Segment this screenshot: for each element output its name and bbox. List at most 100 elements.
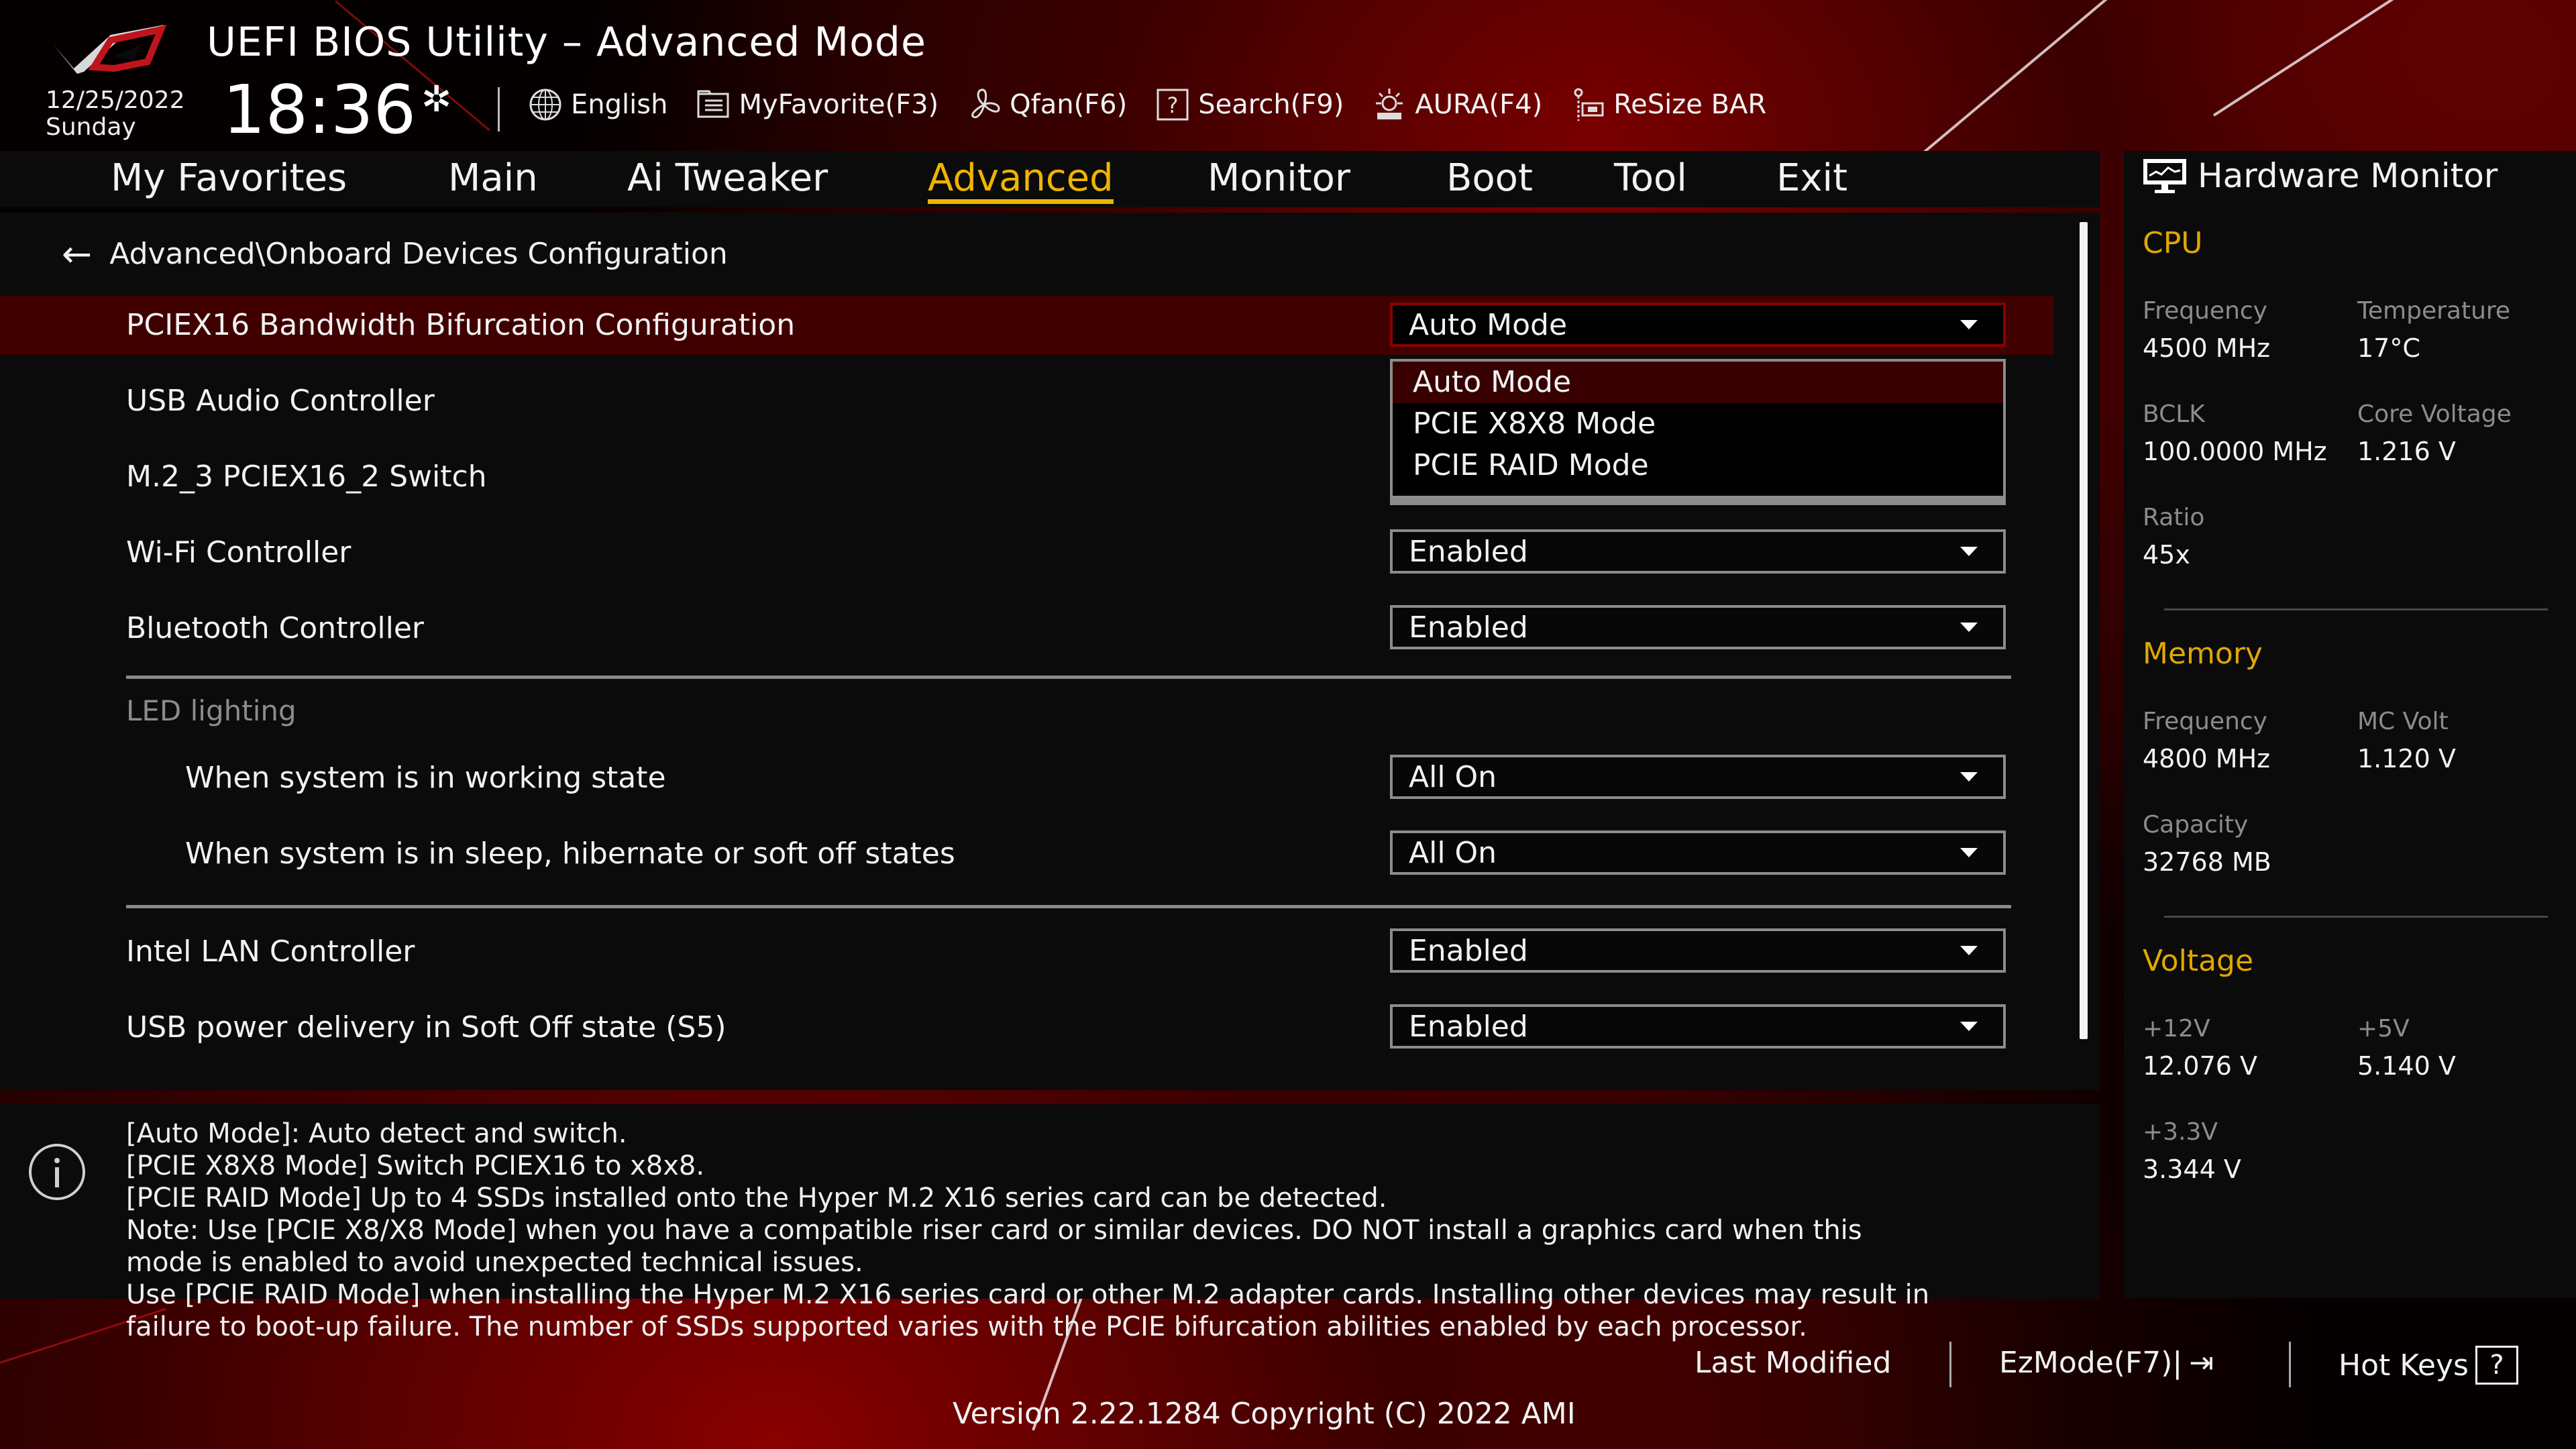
v33-label: +3.3V	[2143, 1118, 2218, 1146]
mc-volt-value: 1.120 V	[2357, 744, 2456, 773]
footer-separator	[1949, 1342, 1951, 1387]
help-line: Use [PCIE RAID Mode] when installing the…	[126, 1279, 1930, 1310]
dropdown-option-pcie-x8x8[interactable]: PCIE X8X8 Mode	[1393, 403, 2003, 445]
monitor-icon	[2143, 159, 2186, 193]
wifi-select[interactable]: Enabled	[1390, 529, 2006, 574]
aura-button[interactable]: AURA(F4)	[1371, 86, 1542, 123]
tab-boot[interactable]: Boot	[1446, 156, 1533, 200]
usb-power-s5-select[interactable]: Enabled	[1390, 1004, 2006, 1049]
hot-keys-button[interactable]: Hot Keys ?	[2339, 1346, 2518, 1385]
search-label: Search(F9)	[1198, 89, 1344, 120]
select-value: Enabled	[1409, 610, 1528, 645]
last-modified-button[interactable]: Last Modified	[1695, 1346, 1891, 1380]
core-voltage-label: Core Voltage	[2357, 400, 2512, 428]
led-working-select[interactable]: All On	[1390, 755, 2006, 799]
ratio-value: 45x	[2143, 540, 2190, 570]
resize-bar-label: ReSize BAR	[1613, 89, 1767, 120]
my-favorite-button[interactable]: MyFavorite(F3)	[694, 86, 938, 123]
hardware-monitor-panel: Hardware Monitor CPU Frequency 4500 MHz …	[2124, 151, 2576, 1298]
qfan-button[interactable]: Qfan(F6)	[965, 86, 1127, 123]
hw-divider	[2164, 608, 2548, 610]
globe-icon	[527, 86, 564, 123]
pciex16-bifurcation-select[interactable]: Auto Mode	[1390, 303, 2006, 347]
select-value: Enabled	[1409, 934, 1528, 968]
my-favorite-label: MyFavorite(F3)	[739, 89, 939, 120]
chevron-down-icon	[1960, 946, 1978, 955]
bluetooth-select[interactable]: Enabled	[1390, 605, 2006, 649]
intel-lan-select[interactable]: Enabled	[1390, 928, 2006, 973]
cpu-frequency-label: Frequency	[2143, 297, 2267, 325]
memory-frequency-label: Frequency	[2143, 708, 2267, 735]
voltage-section-heading: Voltage	[2143, 944, 2254, 978]
breadcrumb: ← Advanced\Onboard Devices Configuration	[62, 233, 728, 275]
tab-main[interactable]: Main	[448, 156, 538, 200]
section-divider	[126, 905, 2011, 908]
mc-volt-label: MC Volt	[2357, 708, 2449, 735]
core-voltage-value: 1.216 V	[2357, 437, 2456, 466]
dropdown-option-auto-mode[interactable]: Auto Mode	[1393, 362, 2003, 403]
tab-ai-tweaker[interactable]: Ai Tweaker	[627, 156, 828, 200]
tab-advanced[interactable]: Advanced	[928, 156, 1114, 204]
chevron-down-icon	[1960, 320, 1978, 329]
capacity-label: Capacity	[2143, 811, 2249, 839]
breadcrumb-path: Advanced\Onboard Devices Configuration	[109, 237, 728, 271]
language-button[interactable]: English	[527, 86, 667, 123]
tab-exit[interactable]: Exit	[1776, 156, 1847, 200]
tab-my-favorites[interactable]: My Favorites	[111, 156, 347, 200]
resize-bar-icon	[1569, 86, 1607, 123]
help-line: Note: Use [PCIE X8/X8 Mode] when you hav…	[126, 1215, 1862, 1246]
bclk-value: 100.0000 MHz	[2143, 437, 2327, 466]
search-button[interactable]: ? Search(F9)	[1154, 86, 1344, 123]
setting-label: Bluetooth Controller	[126, 611, 425, 645]
back-arrow-icon[interactable]: ←	[62, 233, 92, 275]
help-line: [PCIE X8X8 Mode] Switch PCIEX16 to x8x8.	[126, 1150, 705, 1181]
aura-icon	[1371, 86, 1408, 123]
memory-frequency-value: 4800 MHz	[2143, 744, 2271, 773]
clock[interactable]: 18:36	[223, 72, 416, 148]
ratio-label: Ratio	[2143, 504, 2205, 531]
main-menu-bar: My Favorites Main Ai Tweaker Advanced Mo…	[0, 151, 2100, 207]
select-value: Enabled	[1409, 535, 1528, 569]
chevron-down-icon	[1960, 1022, 1978, 1031]
setting-label: USB Audio Controller	[126, 384, 435, 418]
header-toolbar: English MyFavorite(F3) Qfan(F6) ? Search…	[527, 86, 1766, 123]
section-divider	[126, 676, 2011, 679]
fan-icon	[965, 86, 1003, 123]
select-value: All On	[1409, 760, 1497, 794]
chevron-down-icon	[1960, 848, 1978, 857]
dropdown-option-pcie-raid[interactable]: PCIE RAID Mode	[1393, 445, 2003, 486]
hw-divider	[2164, 916, 2548, 918]
setting-label: Intel LAN Controller	[126, 934, 415, 969]
bifurcation-dropdown-list: Auto Mode PCIE X8X8 Mode PCIE RAID Mode	[1390, 359, 2006, 505]
setting-label: M.2_3 PCIEX16_2 Switch	[126, 460, 487, 494]
hardware-monitor-title: Hardware Monitor	[2198, 156, 2498, 195]
aura-label: AURA(F4)	[1415, 89, 1543, 120]
last-modified-label: Last Modified	[1695, 1346, 1892, 1380]
hardware-monitor-header: Hardware Monitor	[2141, 156, 2498, 195]
select-value: All On	[1409, 836, 1497, 870]
help-question-icon: ?	[2475, 1346, 2518, 1385]
settings-scrollbar[interactable]	[2080, 222, 2088, 1039]
setting-label: Wi-Fi Controller	[126, 535, 352, 570]
chevron-down-icon	[1960, 547, 1978, 556]
version-info: Version 2.22.1284 Copyright (C) 2022 AMI	[953, 1397, 1576, 1431]
v5-value: 5.140 V	[2357, 1051, 2456, 1081]
resize-bar-button[interactable]: ReSize BAR	[1569, 86, 1766, 123]
clock-settings-gear-icon[interactable]: ✲	[421, 78, 451, 120]
tab-monitor[interactable]: Monitor	[1208, 156, 1350, 200]
v5-label: +5V	[2357, 1015, 2410, 1042]
footer-separator	[2289, 1342, 2291, 1387]
cpu-section-heading: CPU	[2143, 226, 2203, 260]
svg-text:?: ?	[1167, 93, 1179, 118]
ezmode-label: EzMode(F7)|	[1999, 1346, 2183, 1380]
select-value: Auto Mode	[1409, 308, 1568, 342]
select-value: Enabled	[1409, 1010, 1528, 1044]
led-sleep-select[interactable]: All On	[1390, 830, 2006, 875]
capacity-value: 32768 MB	[2143, 847, 2271, 877]
setting-label: When system is in working state	[185, 761, 666, 795]
hot-keys-label: Hot Keys	[2339, 1348, 2469, 1383]
day-of-week: Sunday	[46, 113, 136, 141]
help-description: [Auto Mode]: Auto detect and switch. [PC…	[126, 1118, 2105, 1343]
tab-tool[interactable]: Tool	[1614, 156, 1687, 200]
ezmode-button[interactable]: EzMode(F7)| ⇥	[1999, 1346, 2214, 1380]
